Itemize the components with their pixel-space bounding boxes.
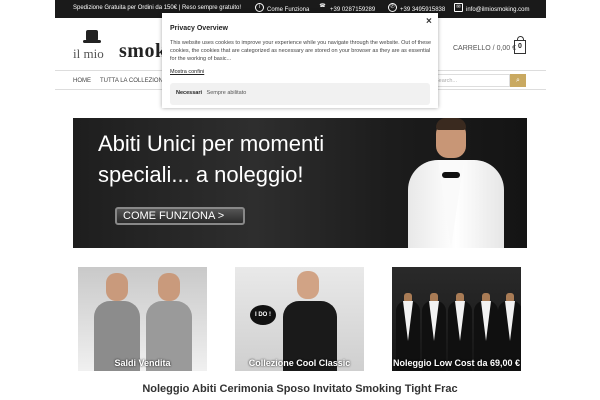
always-enabled-label: Sempre abilitato <box>206 90 247 96</box>
cart-bag-icon[interactable]: 0 <box>514 36 526 54</box>
category-label-sale: Saldi Vendita <box>114 358 171 368</box>
hero-banner[interactable]: Abiti Unici per momenti speciali... a no… <box>73 118 527 248</box>
search-input[interactable]: Search... <box>430 74 510 87</box>
how-it-works-button[interactable]: COME FUNZIONA > <box>115 207 245 225</box>
top-hat-icon <box>83 30 101 44</box>
category-card-cool-classic[interactable]: I DO ! Collezione Cool Classic <box>235 267 364 371</box>
page-heading: Noleggio Abiti Cerimonia Sposo Invitato … <box>142 383 458 395</box>
how-it-works-label: Come Funziona <box>267 6 310 13</box>
mail-icon: ✉ <box>454 3 463 12</box>
cookie-description: This website uses cookies to improve you… <box>170 40 432 62</box>
hero-model-image <box>406 118 516 248</box>
hero-headline: Abiti Unici per momenti speciali... a no… <box>98 128 324 190</box>
cookie-title: Privacy Overview <box>170 25 228 32</box>
cookie-consent-dialog: Privacy Overview × This website uses coo… <box>162 13 438 108</box>
close-icon[interactable]: × <box>426 16 432 27</box>
i-do-sign: I DO ! <box>250 305 276 325</box>
hero-headline-line-2: speciali... a noleggio! <box>98 162 304 187</box>
show-more-link[interactable]: Mostra confini <box>170 69 204 75</box>
phone-number: +39 0287159289 <box>330 6 376 13</box>
nav-item-home[interactable]: HOME <box>73 78 91 84</box>
necessary-label: Necessari <box>176 90 202 96</box>
hero-headline-line-1: Abiti Unici per momenti <box>98 131 325 156</box>
category-label-cool-classic: Collezione Cool Classic <box>248 358 351 368</box>
cart-link[interactable]: CARRELLO / 0,00 € <box>453 45 516 52</box>
shipping-promo: Spedizione Gratuita per Ordini da 150€ |… <box>73 5 241 11</box>
phone-icon: ☎ <box>319 3 326 9</box>
category-label-low-cost: Noleggio Low Cost da 69,00 € <box>392 358 521 368</box>
nav-item-collection[interactable]: TUTTA LA COLLEZION <box>100 78 163 84</box>
category-card-sale[interactable]: Saldi Vendita <box>78 267 207 371</box>
search-button[interactable]: ⌕ <box>510 74 526 87</box>
category-card-low-cost[interactable]: Noleggio Low Cost da 69,00 € <box>392 267 521 371</box>
whatsapp-icon: ✆ <box>388 3 397 12</box>
email-link[interactable]: ✉ info@ilmiosmoking.com <box>454 3 530 14</box>
info-icon: i <box>255 3 264 12</box>
logo-prefix: il mio <box>73 46 104 61</box>
search-icon: ⌕ <box>516 77 520 84</box>
whatsapp-number: +39 3495915838 <box>400 6 446 13</box>
necessary-cookies-toggle[interactable]: Necessari Sempre abilitato <box>170 83 430 105</box>
email-address: info@ilmiosmoking.com <box>466 6 530 13</box>
